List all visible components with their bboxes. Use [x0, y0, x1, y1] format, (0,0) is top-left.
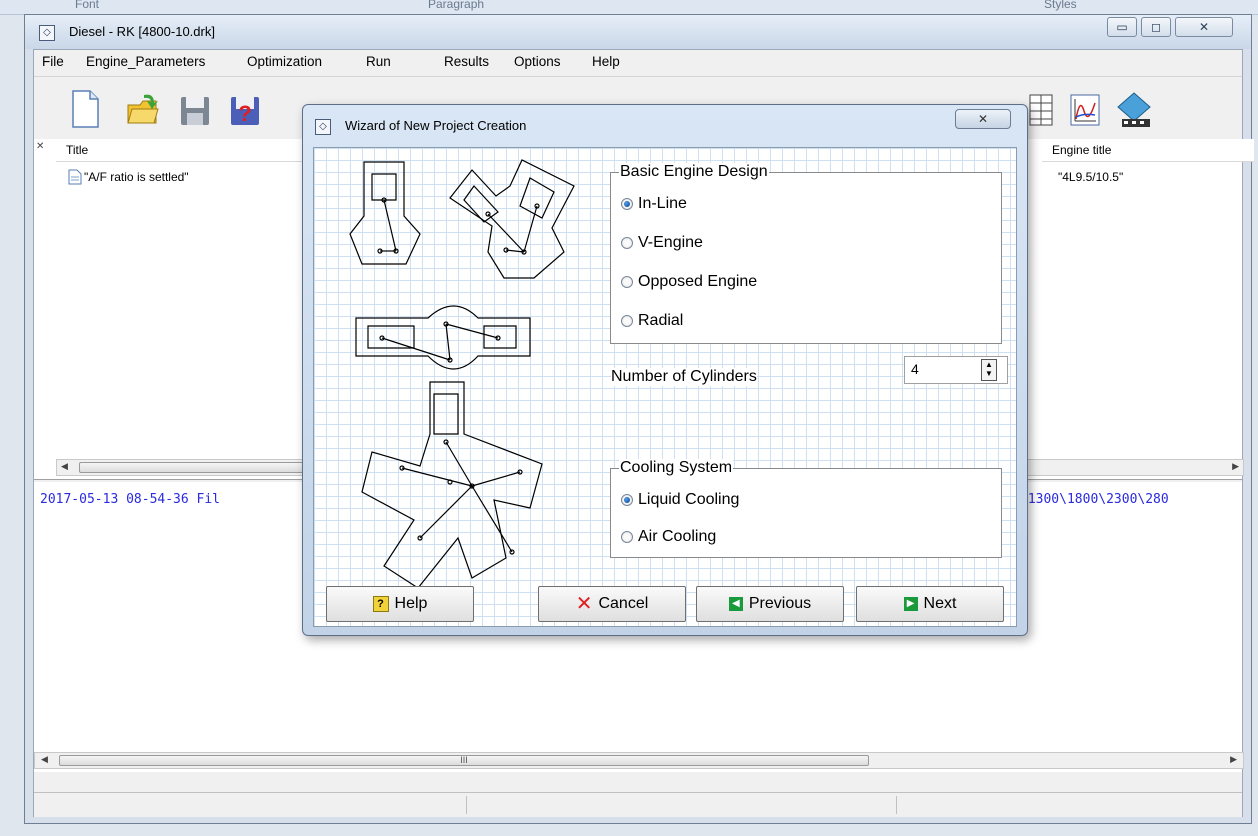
cancel-button-label: Cancel	[598, 595, 649, 612]
radio-v-engine-indicator[interactable]	[621, 237, 633, 249]
basic-engine-design-legend: Basic Engine Design	[619, 163, 769, 181]
log-scroll-thumb[interactable]: III	[59, 755, 869, 766]
svg-text:?: ?	[238, 101, 251, 126]
spin-up-icon[interactable]: ▲	[982, 360, 996, 369]
log-scroll-right-icon[interactable]: ▶	[1230, 754, 1237, 765]
cylinders-label: Number of Cylinders	[611, 368, 757, 386]
cooling-system-legend: Cooling System	[619, 459, 734, 477]
basic-engine-design-group: Basic Engine Design In-Line V-Engine Opp…	[610, 163, 1002, 344]
radio-opposed-engine-indicator[interactable]	[621, 276, 633, 288]
window-title: Diesel - RK [4800-10.drk]	[69, 24, 215, 39]
radio-liquid-cooling-indicator[interactable]	[621, 494, 633, 506]
document-icon	[68, 169, 82, 185]
list-scroll-thumb[interactable]	[79, 462, 325, 473]
status-bar	[34, 792, 1242, 817]
radio-opposed-engine[interactable]: Opposed Engine	[621, 273, 757, 291]
arrow-right-icon: ▶	[903, 597, 918, 611]
dialog-body: Basic Engine Design In-Line V-Engine Opp…	[313, 147, 1017, 627]
menu-run[interactable]: Run	[366, 54, 391, 69]
radio-v-engine[interactable]: V-Engine	[621, 234, 703, 252]
spin-down-icon[interactable]: ▼	[982, 369, 996, 378]
menu-help[interactable]: Help	[592, 54, 620, 69]
radio-air-cooling[interactable]: Air Cooling	[621, 528, 716, 546]
title-bar[interactable]: ◇ Diesel - RK [4800-10.drk] ▭ ◻ ✕	[25, 15, 1251, 49]
radio-in-line-label: In-Line	[638, 195, 687, 212]
radio-opposed-engine-label: Opposed Engine	[638, 273, 758, 290]
scroll-left-icon[interactable]: ◀	[61, 461, 68, 472]
column-engine-title[interactable]: Engine title	[1042, 139, 1254, 162]
opposed-engine-drawing	[355, 305, 531, 370]
ribbon-styles-label: Styles	[1044, 0, 1077, 11]
log-line-end: \1300\1800\2300\280	[1020, 492, 1169, 507]
film-icon[interactable]	[1114, 89, 1154, 129]
dialog-app-icon: ◇	[315, 119, 331, 135]
dialog-close-button[interactable]: ✕	[955, 109, 1011, 129]
log-line-start: 2017-05-13 08-54-36 Fil	[40, 492, 221, 507]
background-ribbon: Font Paragraph Styles	[0, 0, 1258, 15]
radio-in-line-indicator[interactable]	[621, 198, 633, 210]
maximize-button[interactable]: ◻	[1141, 17, 1171, 37]
cooling-system-group: Cooling System Liquid Cooling Air Coolin…	[610, 459, 1002, 558]
panel-close-icon[interactable]: ✕	[36, 141, 44, 152]
new-file-icon[interactable]	[68, 89, 102, 129]
help-button-label: Help	[394, 595, 428, 612]
radio-air-cooling-label: Air Cooling	[638, 528, 717, 545]
column-title[interactable]: Title	[56, 139, 316, 162]
help-question-icon: ?	[372, 596, 389, 612]
menu-bar: File Engine_Parameters Optimization Run …	[34, 50, 1242, 74]
radio-liquid-cooling[interactable]: Liquid Cooling	[621, 491, 739, 509]
ribbon-paragraph-label: Paragraph	[428, 0, 485, 11]
row-title-cell[interactable]: "A/F ratio is settled"	[84, 170, 189, 184]
cylinders-value[interactable]: 4	[911, 361, 919, 377]
previous-button[interactable]: ◀ Previous	[696, 586, 844, 622]
help-button[interactable]: ? Help	[326, 586, 474, 622]
arrow-left-icon: ◀	[728, 597, 743, 611]
close-button[interactable]: ✕	[1175, 17, 1233, 37]
previous-button-label: Previous	[748, 595, 812, 612]
save-icon[interactable]	[178, 89, 212, 129]
radio-radial[interactable]: Radial	[621, 312, 683, 330]
radio-air-cooling-indicator[interactable]	[621, 531, 633, 543]
next-button[interactable]: ▶ Next	[856, 586, 1004, 622]
dialog-title: Wizard of New Project Creation	[345, 118, 527, 133]
radio-radial-label: Radial	[638, 312, 684, 329]
scroll-right-icon[interactable]: ▶	[1232, 461, 1239, 472]
menu-engine-parameters[interactable]: Engine_Parameters	[86, 54, 205, 69]
radio-in-line[interactable]: In-Line	[621, 195, 687, 213]
log-scroll-left-icon[interactable]: ◀	[41, 754, 48, 765]
wizard-dialog: ◇ Wizard of New Project Creation ✕ Basic…	[302, 104, 1028, 636]
next-button-label: Next	[923, 595, 957, 612]
grid-icon[interactable]	[1024, 89, 1058, 129]
radio-v-engine-label: V-Engine	[638, 234, 703, 251]
row-engine-title-cell[interactable]: "4L9.5/10.5"	[1058, 170, 1123, 184]
cylinders-stepper-arrows[interactable]: ▲ ▼	[981, 359, 997, 381]
cylinders-spinner[interactable]: 4 ▲ ▼	[904, 356, 1008, 384]
log-horizontal-scrollbar[interactable]: ◀ III ▶	[34, 752, 1244, 769]
radial-engine-drawing	[361, 381, 543, 586]
cancel-x-icon: ✕	[575, 593, 593, 615]
menu-file[interactable]: File	[42, 54, 64, 69]
radio-radial-indicator[interactable]	[621, 315, 633, 327]
open-folder-icon[interactable]	[126, 89, 160, 129]
engine-diagrams-illustration	[349, 159, 575, 586]
help-icon[interactable]: ?	[228, 89, 262, 129]
menu-optimization[interactable]: Optimization	[247, 54, 322, 69]
radio-liquid-cooling-label: Liquid Cooling	[638, 491, 740, 508]
menu-options[interactable]: Options	[514, 54, 561, 69]
chart-icon[interactable]	[1068, 89, 1102, 129]
v-engine-drawing	[449, 159, 575, 279]
inline-engine-drawing	[349, 161, 421, 265]
cancel-button[interactable]: ✕ Cancel	[538, 586, 686, 622]
app-icon: ◇	[39, 25, 55, 41]
minimize-button[interactable]: ▭	[1107, 17, 1137, 37]
menu-results[interactable]: Results	[444, 54, 489, 69]
ribbon-font-label: Font	[75, 0, 100, 11]
